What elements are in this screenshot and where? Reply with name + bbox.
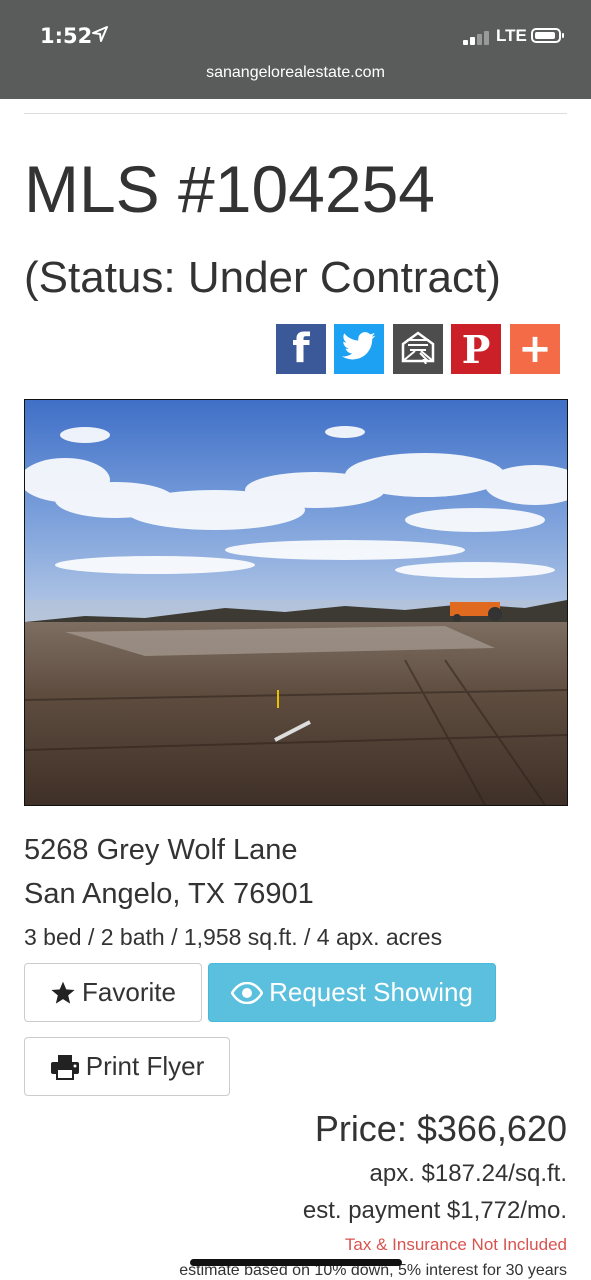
- request-showing-label: Request Showing: [269, 977, 473, 1007]
- address-bar-url[interactable]: sanangelorealestate.com: [0, 64, 591, 82]
- share-twitter-button[interactable]: [334, 324, 384, 374]
- price-per-sqft: apx. $187.24/sq.ft.: [369, 1160, 567, 1187]
- facebook-icon: f: [292, 326, 310, 372]
- page-title: MLS #104254: [24, 152, 435, 226]
- email-icon: [400, 330, 436, 369]
- star-icon: [50, 980, 76, 1006]
- divider: [24, 113, 567, 114]
- status-bar: 1:52 LTE sanangelorealestate.com: [0, 0, 591, 99]
- favorite-label: Favorite: [82, 977, 176, 1007]
- share-email-button[interactable]: [393, 324, 443, 374]
- favorite-button[interactable]: Favorite: [24, 963, 202, 1022]
- tax-insurance-note: Tax & Insurance Not Included: [344, 1235, 567, 1254]
- clock: 1:52: [40, 24, 93, 48]
- pinterest-icon: P: [461, 326, 491, 372]
- battery-icon: [531, 28, 564, 43]
- home-indicator[interactable]: [190, 1259, 402, 1266]
- address-street: 5268 Grey Wolf Lane: [24, 834, 298, 866]
- listing-status: (Status: Under Contract): [24, 253, 501, 302]
- share-facebook-button[interactable]: f: [276, 324, 326, 374]
- printer-icon: [50, 1054, 80, 1080]
- estimated-payment: est. payment $1,772/mo.: [302, 1197, 567, 1224]
- print-flyer-label: Print Flyer: [85, 1051, 205, 1081]
- share-more-button[interactable]: +: [510, 324, 560, 374]
- signal-strength-icon: [463, 31, 491, 45]
- request-showing-button[interactable]: Request Showing: [208, 963, 496, 1022]
- share-pinterest-button[interactable]: P: [451, 324, 501, 374]
- network-type: LTE: [496, 26, 527, 45]
- twitter-icon: [341, 331, 377, 367]
- property-details: 3 bed / 2 bath / 1,958 sq.ft. / 4 apx. a…: [24, 924, 443, 950]
- eye-icon: [231, 981, 264, 1004]
- property-photo[interactable]: [24, 399, 568, 806]
- address-city: San Angelo, TX 76901: [24, 878, 314, 910]
- print-flyer-button[interactable]: Print Flyer: [24, 1037, 230, 1096]
- plus-icon: +: [518, 326, 552, 372]
- location-arrow-icon: [92, 26, 108, 47]
- price: Price: $366,620: [314, 1108, 567, 1149]
